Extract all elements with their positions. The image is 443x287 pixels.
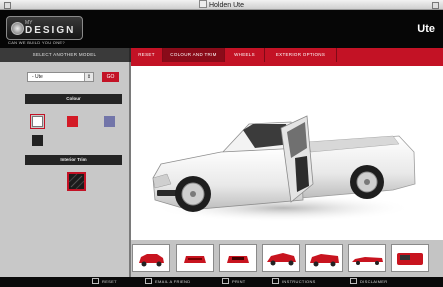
interior-trim-swatch[interactable] bbox=[67, 172, 86, 191]
car-render bbox=[152, 115, 416, 222]
footer-disclaimer-link[interactable]: DISCLAIMER bbox=[350, 277, 387, 287]
options-sidebar: - Ute ⇕ GO Colour Interior Trim bbox=[0, 62, 129, 277]
tab-exterior-options[interactable]: EXTERIOR OPTIONS bbox=[265, 48, 337, 62]
tab-colour-and-trim[interactable]: COLOUR AND TRIM bbox=[163, 48, 225, 62]
colour-swatch-blue[interactable] bbox=[104, 116, 115, 127]
car-viewer[interactable] bbox=[131, 66, 443, 240]
logo-main-text: DESIGN bbox=[25, 25, 76, 36]
model-select-value: - Ute bbox=[32, 74, 43, 80]
print-icon bbox=[222, 278, 229, 284]
go-button[interactable]: GO bbox=[102, 72, 119, 82]
tab-bar: RESET COLOUR AND TRIM WHEELS EXTERIOR OP… bbox=[131, 48, 443, 62]
instructions-icon bbox=[272, 278, 279, 284]
view-thumbnail-1[interactable] bbox=[132, 244, 170, 272]
view-thumbnail-2[interactable] bbox=[176, 244, 214, 272]
model-select[interactable]: - Ute ⇕ bbox=[27, 72, 94, 82]
colour-heading: Colour bbox=[25, 94, 122, 104]
interior-trim-heading: Interior Trim bbox=[25, 155, 122, 165]
view-thumbnail-3[interactable] bbox=[219, 244, 257, 272]
holden-badge-icon bbox=[11, 22, 24, 35]
tab-reset[interactable]: RESET bbox=[131, 48, 163, 62]
footer-email-link[interactable]: EMAIL A FRIEND bbox=[145, 277, 190, 287]
select-another-model-button[interactable]: SELECT ANOTHER MODEL bbox=[0, 48, 129, 62]
app-header: MY DESIGN CAN WE BUILD YOU ONE? Ute bbox=[0, 10, 443, 48]
disclaimer-icon bbox=[350, 278, 357, 284]
reset-icon bbox=[92, 278, 99, 284]
nav-bar: SELECT ANOTHER MODEL RESET COLOUR AND TR… bbox=[0, 48, 443, 62]
footer-bar: RESET EMAIL A FRIEND PRINT INSTRUCTIONS … bbox=[0, 277, 443, 287]
view-thumbnail-5[interactable] bbox=[305, 244, 343, 272]
view-thumbnail-4[interactable] bbox=[262, 244, 300, 272]
email-icon bbox=[145, 278, 152, 284]
colour-swatch-black[interactable] bbox=[32, 135, 43, 146]
tab-wheels[interactable]: WHEELS bbox=[225, 48, 265, 62]
colour-swatch-white[interactable] bbox=[30, 114, 45, 129]
zoom-window-button[interactable] bbox=[432, 2, 439, 9]
footer-print-link[interactable]: PRINT bbox=[222, 277, 246, 287]
view-thumbnail-6[interactable] bbox=[348, 244, 386, 272]
dropdown-arrow-icon[interactable]: ⇕ bbox=[84, 73, 93, 81]
colour-swatch-red[interactable] bbox=[67, 116, 78, 127]
footer-instructions-link[interactable]: INSTRUCTIONS bbox=[272, 277, 316, 287]
mydesign-logo: MY DESIGN bbox=[6, 16, 83, 40]
window-titlebar: Holden Ute bbox=[0, 0, 443, 10]
tagline: CAN WE BUILD YOU ONE? bbox=[8, 40, 65, 45]
view-thumbnail-strip bbox=[131, 240, 443, 277]
window-title: Holden Ute bbox=[208, 2, 245, 9]
footer-reset-link[interactable]: RESET bbox=[92, 277, 117, 287]
view-thumbnail-7[interactable] bbox=[391, 244, 429, 272]
window-icon bbox=[198, 0, 207, 8]
trim-pattern-icon bbox=[68, 173, 85, 190]
model-title: Ute bbox=[417, 23, 435, 35]
